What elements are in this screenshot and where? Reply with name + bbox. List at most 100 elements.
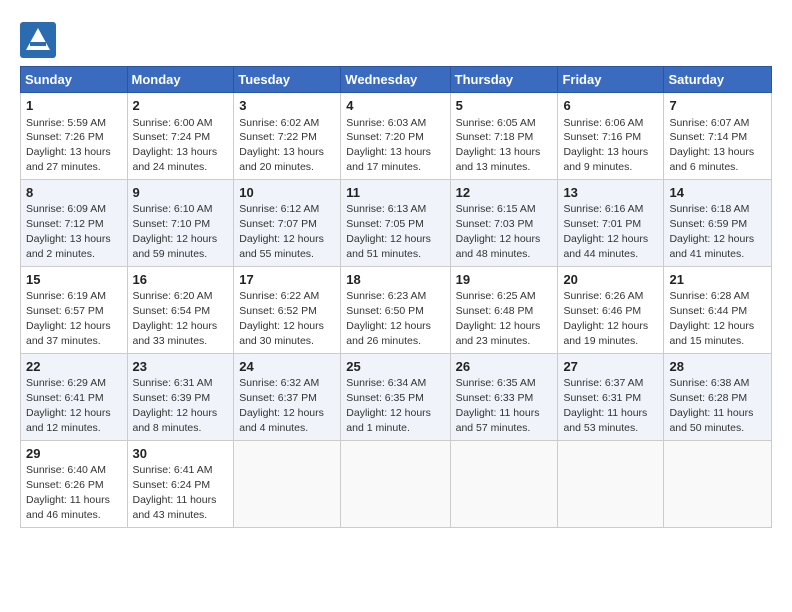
calendar-cell: 5 Sunrise: 6:05 AM Sunset: 7:18 PM Daylig… xyxy=(450,93,558,180)
day-info: Sunrise: 6:15 AM Sunset: 7:03 PM Dayligh… xyxy=(456,203,541,260)
day-number: 26 xyxy=(456,358,553,376)
day-number: 29 xyxy=(26,445,122,463)
calendar-cell: 9Sunrise: 6:10 AM Sunset: 7:10 PM Daylig… xyxy=(127,179,234,266)
calendar-header: SundayMondayTuesdayWednesdayThursdayFrid… xyxy=(21,67,772,93)
day-number: 10 xyxy=(239,184,335,202)
calendar-cell: 6 Sunrise: 6:06 AM Sunset: 7:16 PM Daylig… xyxy=(558,93,664,180)
calendar-table: SundayMondayTuesdayWednesdayThursdayFrid… xyxy=(20,66,772,528)
weekday-header-friday: Friday xyxy=(558,67,664,93)
day-info: Sunrise: 6:40 AM Sunset: 6:26 PM Dayligh… xyxy=(26,464,110,521)
day-number: 23 xyxy=(133,358,229,376)
week-row-2: 8Sunrise: 6:09 AM Sunset: 7:12 PM Daylig… xyxy=(21,179,772,266)
day-number: 4 xyxy=(346,97,444,115)
day-info: Sunrise: 6:29 AM Sunset: 6:41 PM Dayligh… xyxy=(26,377,111,434)
calendar-cell: 18Sunrise: 6:23 AM Sunset: 6:50 PM Dayli… xyxy=(341,266,450,353)
day-info: Sunrise: 6:20 AM Sunset: 6:54 PM Dayligh… xyxy=(133,290,218,347)
weekday-header-monday: Monday xyxy=(127,67,234,93)
calendar-cell: 11Sunrise: 6:13 AM Sunset: 7:05 PM Dayli… xyxy=(341,179,450,266)
calendar-cell: 26Sunrise: 6:35 AM Sunset: 6:33 PM Dayli… xyxy=(450,353,558,440)
week-row-1: 1 Sunrise: 5:59 AM Sunset: 7:26 PM Daylig… xyxy=(21,93,772,180)
day-info: Sunrise: 6:06 AM Sunset: 7:16 PM Dayligh… xyxy=(563,117,648,174)
day-info: Sunrise: 6:38 AM Sunset: 6:28 PM Dayligh… xyxy=(669,377,753,434)
header xyxy=(20,18,772,58)
day-number: 5 xyxy=(456,97,553,115)
day-info: Sunrise: 6:23 AM Sunset: 6:50 PM Dayligh… xyxy=(346,290,431,347)
calendar-cell: 12Sunrise: 6:15 AM Sunset: 7:03 PM Dayli… xyxy=(450,179,558,266)
calendar-cell: 20Sunrise: 6:26 AM Sunset: 6:46 PM Dayli… xyxy=(558,266,664,353)
day-number: 20 xyxy=(563,271,658,289)
calendar-cell: 30Sunrise: 6:41 AM Sunset: 6:24 PM Dayli… xyxy=(127,440,234,527)
day-number: 13 xyxy=(563,184,658,202)
page: SundayMondayTuesdayWednesdayThursdayFrid… xyxy=(0,0,792,538)
day-info: Sunrise: 6:34 AM Sunset: 6:35 PM Dayligh… xyxy=(346,377,431,434)
day-number: 6 xyxy=(563,97,658,115)
day-info: Sunrise: 6:25 AM Sunset: 6:48 PM Dayligh… xyxy=(456,290,541,347)
calendar-cell xyxy=(341,440,450,527)
logo xyxy=(20,22,60,58)
calendar-cell: 25Sunrise: 6:34 AM Sunset: 6:35 PM Dayli… xyxy=(341,353,450,440)
weekday-header-saturday: Saturday xyxy=(664,67,772,93)
day-number: 25 xyxy=(346,358,444,376)
day-number: 19 xyxy=(456,271,553,289)
calendar-cell: 1 Sunrise: 5:59 AM Sunset: 7:26 PM Daylig… xyxy=(21,93,128,180)
calendar-cell: 22Sunrise: 6:29 AM Sunset: 6:41 PM Dayli… xyxy=(21,353,128,440)
week-row-5: 29Sunrise: 6:40 AM Sunset: 6:26 PM Dayli… xyxy=(21,440,772,527)
weekday-header-thursday: Thursday xyxy=(450,67,558,93)
day-info: Sunrise: 6:19 AM Sunset: 6:57 PM Dayligh… xyxy=(26,290,111,347)
calendar-cell: 15Sunrise: 6:19 AM Sunset: 6:57 PM Dayli… xyxy=(21,266,128,353)
day-info: Sunrise: 6:35 AM Sunset: 6:33 PM Dayligh… xyxy=(456,377,540,434)
week-row-4: 22Sunrise: 6:29 AM Sunset: 6:41 PM Dayli… xyxy=(21,353,772,440)
weekday-header-wednesday: Wednesday xyxy=(341,67,450,93)
calendar-cell: 4 Sunrise: 6:03 AM Sunset: 7:20 PM Daylig… xyxy=(341,93,450,180)
calendar-cell: 7 Sunrise: 6:07 AM Sunset: 7:14 PM Daylig… xyxy=(664,93,772,180)
day-info: Sunrise: 5:59 AM Sunset: 7:26 PM Dayligh… xyxy=(26,117,111,174)
day-info: Sunrise: 6:07 AM Sunset: 7:14 PM Dayligh… xyxy=(669,117,754,174)
day-info: Sunrise: 6:03 AM Sunset: 7:20 PM Dayligh… xyxy=(346,117,431,174)
day-number: 12 xyxy=(456,184,553,202)
day-info: Sunrise: 6:02 AM Sunset: 7:22 PM Dayligh… xyxy=(239,117,324,174)
day-number: 9 xyxy=(133,184,229,202)
day-info: Sunrise: 6:09 AM Sunset: 7:12 PM Dayligh… xyxy=(26,203,111,260)
calendar-cell xyxy=(234,440,341,527)
day-number: 27 xyxy=(563,358,658,376)
day-info: Sunrise: 6:10 AM Sunset: 7:10 PM Dayligh… xyxy=(133,203,218,260)
weekday-row: SundayMondayTuesdayWednesdayThursdayFrid… xyxy=(21,67,772,93)
calendar-cell: 27Sunrise: 6:37 AM Sunset: 6:31 PM Dayli… xyxy=(558,353,664,440)
day-info: Sunrise: 6:16 AM Sunset: 7:01 PM Dayligh… xyxy=(563,203,648,260)
day-number: 21 xyxy=(669,271,766,289)
day-number: 11 xyxy=(346,184,444,202)
day-info: Sunrise: 6:12 AM Sunset: 7:07 PM Dayligh… xyxy=(239,203,324,260)
day-info: Sunrise: 6:32 AM Sunset: 6:37 PM Dayligh… xyxy=(239,377,324,434)
day-number: 3 xyxy=(239,97,335,115)
calendar-cell xyxy=(558,440,664,527)
calendar-cell: 14Sunrise: 6:18 AM Sunset: 6:59 PM Dayli… xyxy=(664,179,772,266)
day-number: 14 xyxy=(669,184,766,202)
calendar-cell: 2Sunrise: 6:00 AM Sunset: 7:24 PM Daylig… xyxy=(127,93,234,180)
weekday-header-tuesday: Tuesday xyxy=(234,67,341,93)
day-info: Sunrise: 6:00 AM Sunset: 7:24 PM Dayligh… xyxy=(133,117,218,174)
day-number: 1 xyxy=(26,97,122,115)
day-info: Sunrise: 6:13 AM Sunset: 7:05 PM Dayligh… xyxy=(346,203,431,260)
calendar-cell: 19Sunrise: 6:25 AM Sunset: 6:48 PM Dayli… xyxy=(450,266,558,353)
day-number: 22 xyxy=(26,358,122,376)
day-info: Sunrise: 6:37 AM Sunset: 6:31 PM Dayligh… xyxy=(563,377,647,434)
calendar-cell: 10Sunrise: 6:12 AM Sunset: 7:07 PM Dayli… xyxy=(234,179,341,266)
day-number: 30 xyxy=(133,445,229,463)
day-info: Sunrise: 6:28 AM Sunset: 6:44 PM Dayligh… xyxy=(669,290,754,347)
day-info: Sunrise: 6:05 AM Sunset: 7:18 PM Dayligh… xyxy=(456,117,541,174)
weekday-header-sunday: Sunday xyxy=(21,67,128,93)
day-info: Sunrise: 6:41 AM Sunset: 6:24 PM Dayligh… xyxy=(133,464,217,521)
day-number: 8 xyxy=(26,184,122,202)
logo-icon xyxy=(20,22,56,58)
calendar-cell: 16Sunrise: 6:20 AM Sunset: 6:54 PM Dayli… xyxy=(127,266,234,353)
day-info: Sunrise: 6:18 AM Sunset: 6:59 PM Dayligh… xyxy=(669,203,754,260)
calendar-cell: 8Sunrise: 6:09 AM Sunset: 7:12 PM Daylig… xyxy=(21,179,128,266)
calendar-cell xyxy=(450,440,558,527)
calendar-cell: 3 Sunrise: 6:02 AM Sunset: 7:22 PM Daylig… xyxy=(234,93,341,180)
calendar-body: 1 Sunrise: 5:59 AM Sunset: 7:26 PM Daylig… xyxy=(21,93,772,528)
day-number: 7 xyxy=(669,97,766,115)
week-row-3: 15Sunrise: 6:19 AM Sunset: 6:57 PM Dayli… xyxy=(21,266,772,353)
calendar-cell: 28Sunrise: 6:38 AM Sunset: 6:28 PM Dayli… xyxy=(664,353,772,440)
day-info: Sunrise: 6:26 AM Sunset: 6:46 PM Dayligh… xyxy=(563,290,648,347)
day-info: Sunrise: 6:22 AM Sunset: 6:52 PM Dayligh… xyxy=(239,290,324,347)
